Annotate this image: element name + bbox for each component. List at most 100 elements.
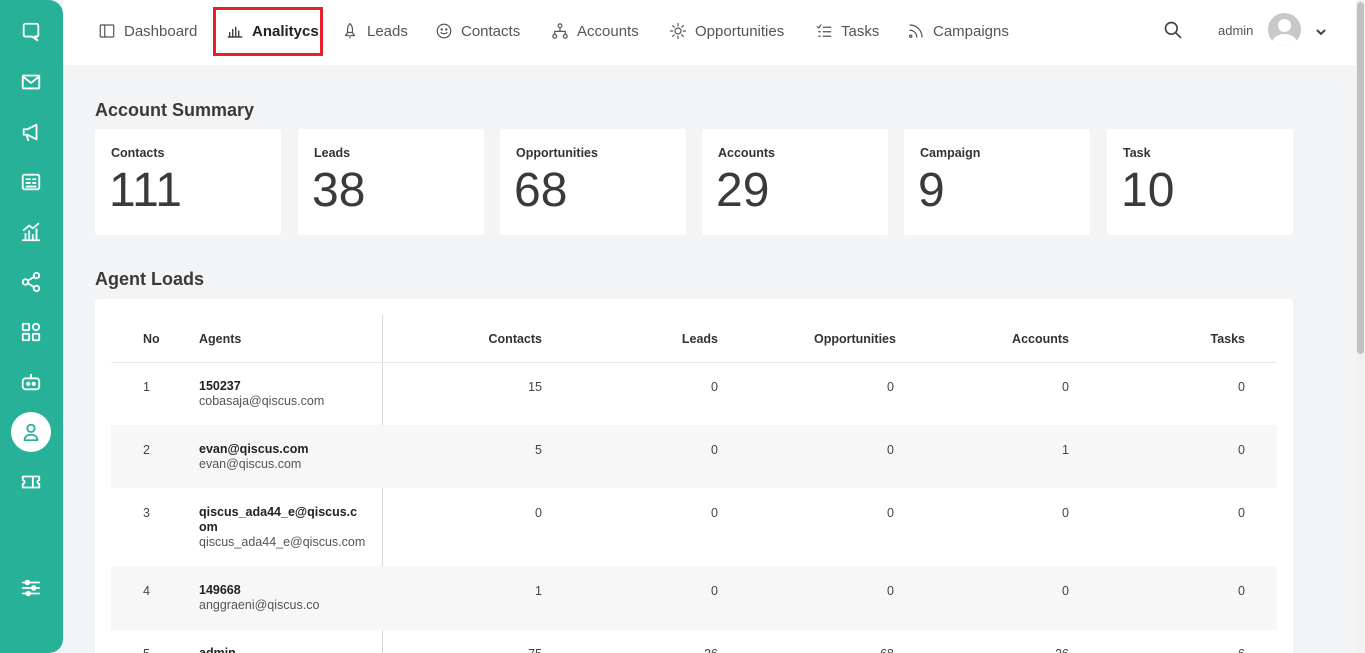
agent-email: anggraeni@qiscus.co [199,598,320,612]
nav-tasks-label: Tasks [841,22,880,40]
hierarchy-icon [552,23,568,39]
nav-analytics-label: Analitycs [252,22,319,40]
mail-icon[interactable] [11,62,51,102]
analytics-icon [227,26,243,38]
summary-card-campaign: Campaign 9 [904,129,1090,235]
cell-accounts: 0 [1062,506,1069,520]
summary-card-label: Campaign [920,146,981,160]
agent-name: 150237 [199,379,241,393]
summary-card-leads: Leads 38 [298,129,484,235]
nav-dashboard-label: Dashboard [124,22,198,40]
rss-icon [909,24,923,38]
nav-analytics[interactable]: Analitycs [226,0,319,62]
summary-card-label: Opportunities [516,146,598,160]
cell-leads: 26 [638,647,718,653]
cell-tasks: 0 [1238,584,1245,598]
summary-card-value: 38 [312,164,366,217]
nav-dashboard[interactable]: Dashboard [98,0,197,62]
nav-leads-label: Leads [367,22,408,40]
chevron-down-icon[interactable] [1315,25,1327,37]
summary-card-task: Task 10 [1107,129,1293,235]
table-row[interactable]: 1 150237 cobasaja@qiscus.com 15 0 0 0 0 [111,363,1277,425]
settings-sliders-icon[interactable] [11,568,51,608]
scrollbar-thumb[interactable] [1357,2,1364,354]
summary-card-accounts: Accounts 29 [702,129,888,235]
cell-accounts: 1 [1062,443,1069,457]
cell-opportunities: 0 [887,380,894,394]
dashboard-icon [99,24,115,38]
account-summary-title: Account Summary [95,100,255,120]
crm-user-icon[interactable] [11,412,51,452]
agent-name: 149668 [199,583,241,597]
column-header-agents: Agents [199,332,242,346]
ticket-icon[interactable] [11,462,51,502]
avatar-body [1272,34,1297,46]
nav-tasks[interactable]: Tasks [815,0,879,62]
search-button[interactable] [1163,20,1185,42]
cell-tasks: 0 [1238,506,1245,520]
cell-leads: 0 [711,443,718,457]
summary-card-value: 68 [514,164,568,217]
nav-leads[interactable]: Leads [341,0,408,62]
nav-opportunities[interactable]: Opportunities [669,0,784,62]
column-header-no: No [143,332,160,346]
table-row[interactable]: 3 qiscus_ada44_e@qiscus.com qiscus_ada44… [111,488,1277,566]
nav-contacts[interactable]: Contacts [435,0,520,62]
summary-card-label: Leads [314,146,351,160]
robot-icon[interactable] [11,362,51,402]
summary-card-contacts: Contacts 111 [95,129,281,235]
cell-contacts: 15 [528,380,542,394]
summary-card-label: Accounts [718,146,775,160]
avatar[interactable] [1268,13,1301,46]
nav-campaigns-label: Campaigns [933,22,1009,40]
agent-name: evan@qiscus.com [199,442,309,456]
smiley-icon [436,23,452,39]
chart-icon[interactable] [11,212,51,252]
id-card-icon[interactable] [11,162,51,202]
nav-accounts-label: Accounts [577,22,639,40]
cell-opportunities: 0 [887,443,894,457]
summary-card-opportunities: Opportunities 68 [500,129,686,235]
chat-icon[interactable] [11,12,51,52]
nav-opportunities-label: Opportunities [695,22,785,40]
table-row[interactable]: 4 149668 anggraeni@qiscus.co 1 0 0 0 0 [111,566,1277,630]
column-header-accounts: Accounts [1012,332,1069,346]
summary-card-value: 29 [716,164,770,217]
page-scrollbar[interactable] [1356,0,1365,653]
row-number: 5 [143,647,150,653]
cell-tasks: 0 [1238,443,1245,457]
rocket-icon [344,22,356,39]
agent-email: cobasaja@qiscus.com [199,394,325,408]
table-row[interactable]: 5 admin 75 26 68 26 6 [111,630,1277,653]
column-header-opportunities: Opportunities [814,332,896,346]
megaphone-icon[interactable] [11,112,51,152]
cell-leads: 0 [711,506,718,520]
top-navigation: Dashboard Analitycs Leads Contacts Accou… [63,0,1356,65]
row-number: 4 [143,584,150,598]
table-row[interactable]: 2 evan@qiscus.com evan@qiscus.com 5 0 0 … [111,425,1277,488]
agent-name: admin [199,646,236,653]
nav-accounts[interactable]: Accounts [551,0,639,62]
cell-leads: 0 [711,380,718,394]
agent-name: qiscus_ada44_e@qiscus.com [199,505,358,534]
column-header-tasks: Tasks [1210,332,1245,346]
column-header-leads: Leads [681,332,718,346]
summary-card-value: 9 [918,164,945,217]
sidebar [0,0,63,653]
apps-icon[interactable] [11,312,51,352]
agent-email: qiscus_ada44_e@qiscus.com [199,535,366,549]
nav-campaigns[interactable]: Campaigns [907,0,1009,62]
cell-opportunities: 0 [887,506,894,520]
share-icon[interactable] [11,262,51,302]
user-name[interactable]: admin [1218,23,1253,38]
checklist-icon [816,24,832,37]
summary-card-value: 111 [109,164,182,217]
agent-email: evan@qiscus.com [199,457,302,471]
agent-loads-table: No Agents Contacts Leads Opportunities A… [95,299,1293,653]
cell-contacts: 0 [535,506,542,520]
cell-leads: 0 [711,584,718,598]
cell-contacts: 5 [535,443,542,457]
summary-card-label: Contacts [111,146,165,160]
avatar-head [1278,19,1291,32]
column-header-contacts: Contacts [488,332,542,346]
